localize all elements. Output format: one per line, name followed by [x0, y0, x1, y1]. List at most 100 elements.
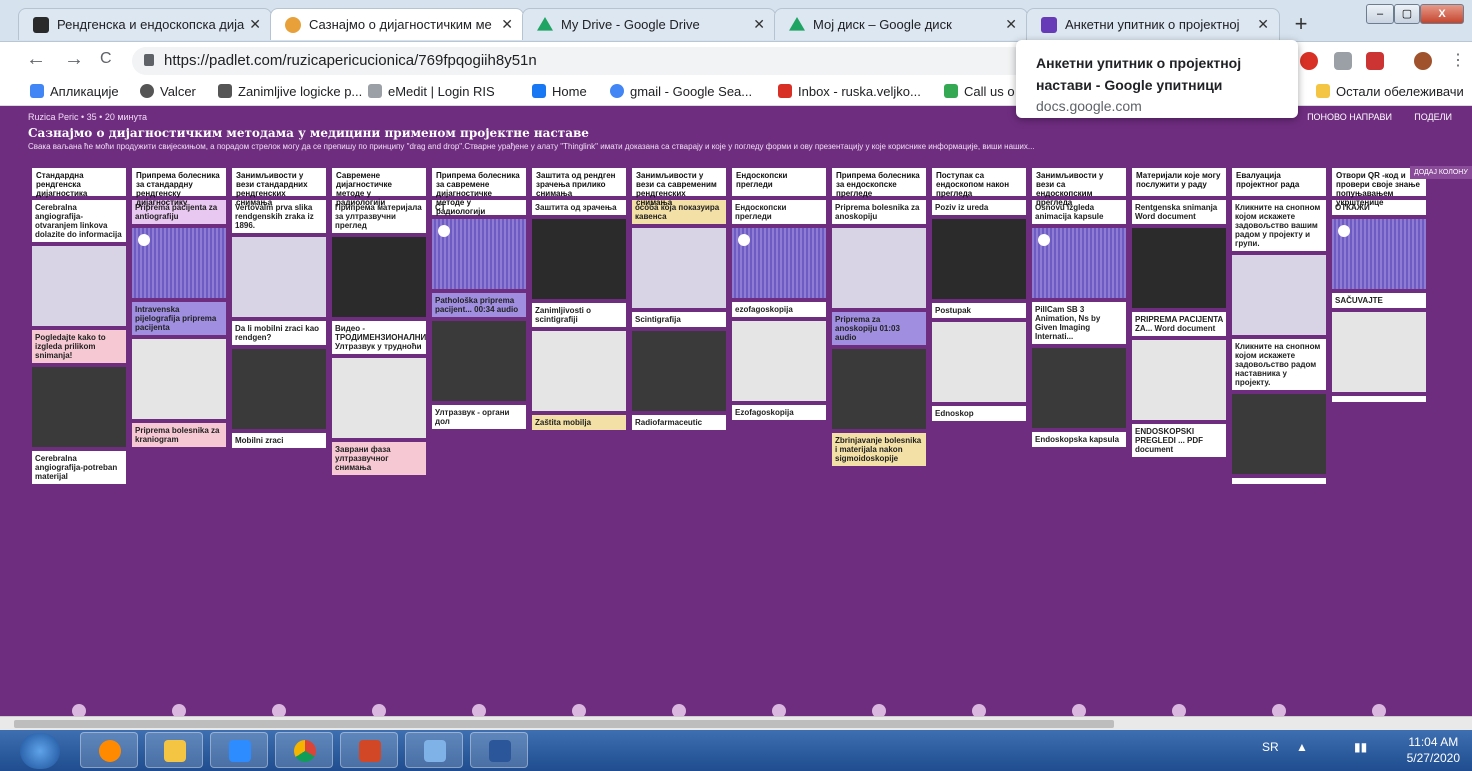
post-card[interactable]: Zanimljivosti o scintigrafiji	[532, 303, 626, 327]
taskbar-word[interactable]	[470, 732, 528, 768]
post-card[interactable]: PillCam SB 3 Animation, Ns by Given Imag…	[1032, 302, 1126, 344]
post-card[interactable]: особа која показуира кавенса	[632, 200, 726, 224]
post-card[interactable]: Mobilni zraci	[232, 433, 326, 448]
new-tab-button[interactable]: +	[1288, 12, 1314, 38]
pdf-extension-icon[interactable]	[1366, 52, 1384, 70]
menu-icon[interactable]: ⋮	[1450, 50, 1466, 70]
bookmark-apps[interactable]: Апликације	[30, 84, 119, 99]
post-card[interactable]: ENDOSKOPSKI PREGLEDI ... PDF document	[1132, 424, 1226, 457]
audio-post[interactable]	[732, 228, 826, 298]
horizontal-scrollbar[interactable]	[0, 716, 1472, 730]
post-card[interactable]: Osnovu izgleda animacija kapsule	[1032, 200, 1126, 224]
audio-post[interactable]	[432, 219, 526, 289]
language-indicator[interactable]: SR	[1262, 740, 1279, 754]
other-bookmarks[interactable]: Остали обележивачи	[1316, 84, 1464, 99]
tray-arrow-icon[interactable]: ▲	[1296, 740, 1308, 754]
browser-tab[interactable]: Рендгенска и ендоскопска дија ✕	[18, 8, 272, 40]
post-card[interactable]: Zaštita mobilja	[532, 415, 626, 430]
bookmark-item[interactable]: Home	[532, 84, 587, 99]
post-card[interactable]: Radiofarmaceutic	[632, 415, 726, 430]
taskbar-paint[interactable]	[405, 732, 463, 768]
post-card[interactable]: Pathološka priprema pacijent... 00:34 au…	[432, 293, 526, 317]
close-tab-icon[interactable]: ✕	[501, 16, 513, 33]
post-card[interactable]: Заштита од зрачења	[532, 200, 626, 215]
play-icon[interactable]	[738, 234, 750, 246]
profile-avatar[interactable]	[1414, 52, 1432, 70]
play-icon[interactable]	[438, 225, 450, 237]
adblock-icon[interactable]	[1300, 52, 1318, 70]
bookmark-item[interactable]: Valcer	[140, 84, 196, 99]
browser-tab[interactable]: Мој диск – Google диск ✕	[774, 8, 1028, 40]
post-card[interactable]: ezofagoskopija	[732, 302, 826, 317]
post-card[interactable]: Zbrinjavanje bolesnika i materijala nako…	[832, 433, 926, 466]
post-card[interactable]: Rentgenska snimanja Word document	[1132, 200, 1226, 224]
post-card[interactable]: Intravenska pijelografija priprema pacij…	[132, 302, 226, 335]
browser-tab-active[interactable]: Сазнајмо о дијагностичким ме ✕	[270, 8, 524, 40]
close-tab-icon[interactable]: ✕	[1257, 16, 1269, 33]
browser-tab[interactable]: My Drive - Google Drive ✕	[522, 8, 776, 40]
maximize-button[interactable]: ▢	[1394, 4, 1420, 24]
close-window-button[interactable]: X	[1420, 4, 1464, 24]
bookmark-item[interactable]: Call us o	[944, 84, 1015, 99]
post-card[interactable]: Da li mobilni zraci kao rendgen?	[232, 321, 326, 345]
post-card[interactable]: Cerebralna angiografija-otvaranjem linko…	[32, 200, 126, 242]
post-card[interactable]: Кликните на снопном којом искажете задов…	[1232, 200, 1326, 251]
forward-icon[interactable]: →	[64, 48, 84, 71]
audio-post[interactable]	[1032, 228, 1126, 298]
play-icon[interactable]	[1038, 234, 1050, 246]
audio-post[interactable]	[132, 228, 226, 298]
taskbar-chrome[interactable]	[275, 732, 333, 768]
extension-icon[interactable]	[1334, 52, 1352, 70]
post-card[interactable]: Postupak	[932, 303, 1026, 318]
bookmark-item[interactable]: eMedit | Login RIS	[368, 84, 495, 99]
bookmark-item[interactable]: Zanimljive logicke p...	[218, 84, 362, 99]
post-card[interactable]: Кликните на снопном којом искажете задов…	[1232, 339, 1326, 390]
folder-icon	[164, 740, 186, 762]
taskbar-firefox[interactable]	[80, 732, 138, 768]
post-card[interactable]: Vertovalm prva slika rendgenskih zraka i…	[232, 200, 326, 233]
post-card[interactable]: Pogledajte kako to izgleda prilikom snim…	[32, 330, 126, 363]
taskbar-powerpoint[interactable]	[340, 732, 398, 768]
scrollbar-thumb[interactable]	[14, 720, 1114, 728]
post-card[interactable]: Заврани фаза ултразвучног снимања	[332, 442, 426, 475]
post-card[interactable]: Ezofagoskopija	[732, 405, 826, 420]
post-card[interactable]	[1232, 478, 1326, 484]
post-card[interactable]: Припрема материјала за ултразвучни прегл…	[332, 200, 426, 233]
bookmark-item[interactable]: Inbox - ruska.veljko...	[778, 84, 921, 99]
post-card[interactable]: Priprema za anoskopiju 01:03 audio	[832, 312, 926, 345]
padlet-author: Ruzica Peric • 35 • 20 минута	[28, 112, 148, 122]
play-icon[interactable]	[138, 234, 150, 246]
play-icon[interactable]	[1338, 225, 1350, 237]
post-card[interactable]: Priprema bolesnika za anoskopiju	[832, 200, 926, 224]
post-card[interactable]: Cerebralna angiografija-potreban materij…	[32, 451, 126, 484]
browser-tab[interactable]: Анкетни упитник о пројектној ✕	[1026, 8, 1280, 40]
network-icon[interactable]: ▮▮	[1354, 740, 1367, 754]
add-column-button[interactable]: ДОДАЈ КОЛОНУ	[1410, 166, 1472, 179]
post-card[interactable]: SAČUVAJTE	[1332, 293, 1426, 308]
share-button[interactable]: ПОДЕЛИ	[1414, 112, 1452, 122]
post-card[interactable]: Ednoskop	[932, 406, 1026, 421]
taskbar-zoom[interactable]	[210, 732, 268, 768]
start-button[interactable]	[20, 733, 60, 769]
post-card[interactable]: Видео - ТРОДИМЕНЗИОНАЛНИ Ултразвук у тру…	[332, 321, 426, 354]
post-card[interactable]	[1332, 396, 1426, 402]
post-card[interactable]: Priprema bolesnika za kraniogram	[132, 423, 226, 447]
audio-post[interactable]	[1332, 219, 1426, 289]
post-card[interactable]: Scintigrafija	[632, 312, 726, 327]
system-clock[interactable]: 11:04 AM 5/27/2020	[1407, 734, 1460, 766]
post-card[interactable]: Endoskopska kapsula	[1032, 432, 1126, 447]
close-tab-icon[interactable]: ✕	[1005, 16, 1017, 33]
taskbar-explorer[interactable]	[145, 732, 203, 768]
post-card[interactable]: Ендоскопски прегледи	[732, 200, 826, 224]
close-tab-icon[interactable]: ✕	[249, 16, 261, 33]
post-card[interactable]: Poziv iz ureda	[932, 200, 1026, 215]
remake-button[interactable]: ПОНОВО НАПРАВИ	[1307, 112, 1392, 122]
reload-icon[interactable]: C	[100, 50, 112, 68]
close-tab-icon[interactable]: ✕	[753, 16, 765, 33]
back-icon[interactable]: ←	[26, 48, 46, 71]
post-card[interactable]: Ултразвук - органи дол	[432, 405, 526, 429]
minimize-button[interactable]: –	[1366, 4, 1394, 24]
post-card[interactable]: Priprema pacijenta za antiografiju	[132, 200, 226, 224]
bookmark-item[interactable]: gmail - Google Sea...	[610, 84, 752, 99]
post-card[interactable]: PRIPREMA PACIJENTA ZA... Word document	[1132, 312, 1226, 336]
